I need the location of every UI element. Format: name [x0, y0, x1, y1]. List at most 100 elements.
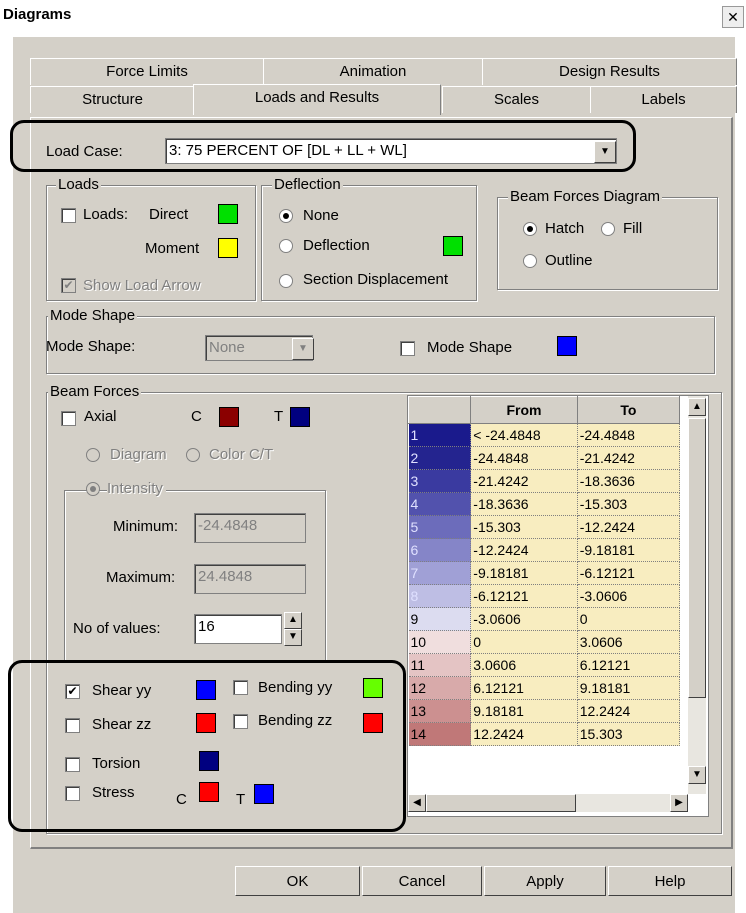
fill-radio[interactable] [601, 222, 615, 236]
row-from-cell[interactable]: -15.303 [470, 515, 578, 539]
help-button[interactable]: Help [608, 866, 732, 896]
color-ct-radio[interactable] [186, 448, 200, 462]
tab-structure[interactable]: Structure [30, 86, 195, 113]
table-row[interactable]: 11 3.0606 6.12121 [408, 653, 681, 677]
deflection-color-swatch[interactable] [443, 236, 463, 256]
row-color-index[interactable]: 8 [408, 584, 472, 608]
nvalues-down-icon[interactable]: ▼ [284, 629, 302, 646]
tab-animation[interactable]: Animation [263, 58, 483, 85]
table-row[interactable]: 2 -24.4848 -21.4242 [408, 446, 681, 470]
color-range-grid[interactable]: From To 1 < -24.4848 -24.4848 2 -24.4848 -21.… [407, 395, 709, 817]
grid-vertical-scrollbar[interactable]: ▲ ▼ [688, 396, 706, 794]
grid-header-from[interactable]: From [470, 396, 578, 424]
row-to-cell[interactable]: -9.18181 [577, 538, 681, 562]
row-to-cell[interactable]: -24.4848 [577, 423, 681, 447]
deflection-none-radio[interactable] [279, 209, 293, 223]
grid-scroll-left-icon[interactable]: ◀ [408, 794, 426, 812]
grid-hscroll-thumb[interactable] [426, 794, 576, 812]
row-color-index[interactable]: 11 [408, 653, 472, 677]
row-to-cell[interactable]: -18.3636 [577, 469, 681, 493]
outline-radio[interactable] [523, 254, 537, 268]
row-color-index[interactable]: 4 [408, 492, 472, 516]
row-to-cell[interactable]: -15.303 [577, 492, 681, 516]
table-row[interactable]: 5 -15.303 -12.2424 [408, 515, 681, 539]
row-color-index[interactable]: 3 [408, 469, 472, 493]
row-from-cell[interactable]: -21.4242 [470, 469, 578, 493]
row-from-cell[interactable]: 3.0606 [470, 653, 578, 677]
row-from-cell[interactable]: -18.3636 [470, 492, 578, 516]
tab-loads-and-results[interactable]: Loads and Results [193, 84, 441, 115]
row-to-cell[interactable]: -3.0606 [577, 584, 681, 608]
tab-scales[interactable]: Scales [442, 86, 591, 113]
ok-button[interactable]: OK [235, 866, 360, 896]
apply-button[interactable]: Apply [484, 866, 606, 896]
grid-horizontal-scrollbar[interactable]: ◀ ▶ [408, 794, 688, 812]
row-color-index[interactable]: 5 [408, 515, 472, 539]
row-from-cell[interactable]: 6.12121 [470, 676, 578, 700]
table-row[interactable]: 1 < -24.4848 -24.4848 [408, 423, 681, 447]
loads-checkbox[interactable] [61, 208, 76, 223]
row-from-cell[interactable]: -9.18181 [470, 561, 578, 585]
section-displacement-radio[interactable] [279, 274, 293, 288]
axial-c-color-swatch[interactable] [219, 407, 239, 427]
row-to-cell[interactable]: -21.4242 [577, 446, 681, 470]
row-color-index[interactable]: 2 [408, 446, 472, 470]
row-from-cell[interactable]: -3.0606 [470, 607, 578, 631]
row-color-index[interactable]: 1 [408, 423, 472, 447]
table-row[interactable]: 12 6.12121 9.18181 [408, 676, 681, 700]
tab-labels[interactable]: Labels [590, 86, 737, 113]
row-to-cell[interactable]: 6.12121 [577, 653, 681, 677]
tab-force-limits[interactable]: Force Limits [30, 58, 264, 85]
row-from-cell[interactable]: 0 [470, 630, 578, 654]
row-from-cell[interactable]: -12.2424 [470, 538, 578, 562]
grid-scroll-right-icon[interactable]: ▶ [670, 794, 688, 812]
row-color-index[interactable]: 7 [408, 561, 472, 585]
row-to-cell[interactable]: 0 [577, 607, 681, 631]
row-from-cell[interactable]: -24.4848 [470, 446, 578, 470]
row-to-cell[interactable]: 15.303 [577, 722, 681, 746]
moment-color-swatch[interactable] [218, 238, 238, 258]
row-to-cell[interactable]: -6.12121 [577, 561, 681, 585]
axial-checkbox[interactable] [61, 411, 76, 426]
nvalues-up-icon[interactable]: ▲ [284, 612, 302, 629]
grid-header-to[interactable]: To [576, 396, 681, 424]
table-row[interactable]: 6 -12.2424 -9.18181 [408, 538, 681, 562]
row-from-cell[interactable]: 9.18181 [470, 699, 578, 723]
table-row[interactable]: 7 -9.18181 -6.12121 [408, 561, 681, 585]
axial-t-color-swatch[interactable] [290, 407, 310, 427]
diagram-radio[interactable] [86, 448, 100, 462]
minimum-input[interactable]: -24.4848 [194, 513, 306, 543]
grid-scroll-thumb[interactable] [688, 418, 706, 698]
grid-scroll-up-icon[interactable]: ▲ [688, 398, 706, 416]
row-color-index[interactable]: 9 [408, 607, 472, 631]
grid-scroll-down-icon[interactable]: ▼ [688, 766, 706, 784]
row-to-cell[interactable]: -12.2424 [577, 515, 681, 539]
row-to-cell[interactable]: 12.2424 [577, 699, 681, 723]
row-from-cell[interactable]: < -24.4848 [470, 423, 578, 447]
table-row[interactable]: 14 12.2424 15.303 [408, 722, 681, 746]
table-row[interactable]: 10 0 3.0606 [408, 630, 681, 654]
table-row[interactable]: 4 -18.3636 -15.303 [408, 492, 681, 516]
show-load-arrow-checkbox[interactable]: ✔ [61, 278, 76, 293]
row-color-index[interactable]: 12 [408, 676, 472, 700]
tab-design-results[interactable]: Design Results [482, 58, 737, 85]
cancel-button[interactable]: Cancel [362, 866, 482, 896]
row-color-index[interactable]: 6 [408, 538, 472, 562]
mode-shape-color-swatch[interactable] [557, 336, 577, 356]
row-from-cell[interactable]: -6.12121 [470, 584, 578, 608]
row-color-index[interactable]: 13 [408, 699, 472, 723]
row-to-cell[interactable]: 3.0606 [577, 630, 681, 654]
mode-shape-dropdown-icon[interactable]: ▼ [292, 338, 314, 360]
row-color-index[interactable]: 10 [408, 630, 472, 654]
maximum-input[interactable]: 24.4848 [194, 564, 306, 594]
row-to-cell[interactable]: 9.18181 [577, 676, 681, 700]
intensity-radio[interactable] [86, 482, 100, 496]
table-row[interactable]: 8 -6.12121 -3.0606 [408, 584, 681, 608]
hatch-radio[interactable] [523, 222, 537, 236]
mode-shape-checkbox[interactable] [400, 341, 415, 356]
direct-color-swatch[interactable] [218, 204, 238, 224]
close-button[interactable]: ✕ [722, 6, 744, 28]
table-row[interactable]: 13 9.18181 12.2424 [408, 699, 681, 723]
row-color-index[interactable]: 14 [408, 722, 472, 746]
deflection-deflection-radio[interactable] [279, 239, 293, 253]
